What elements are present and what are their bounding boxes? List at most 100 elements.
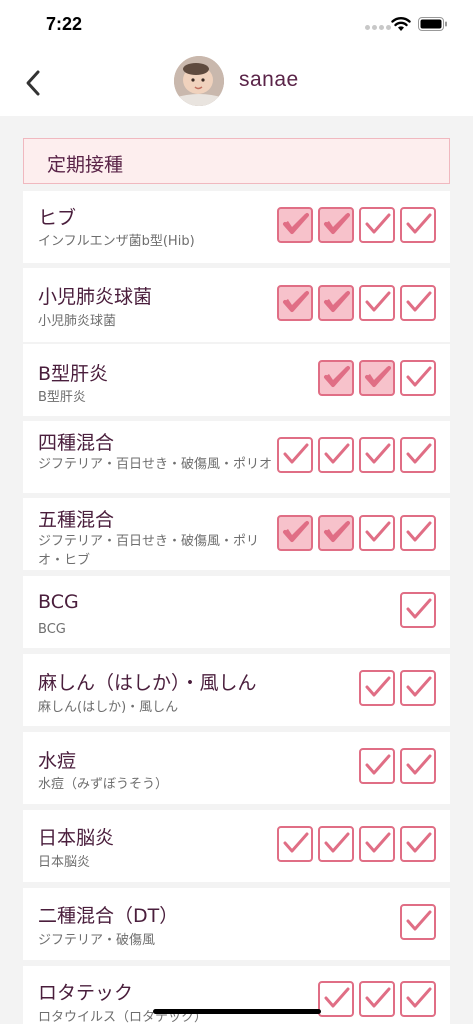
vaccine-description: 日本脳炎 [38,855,91,870]
checkmark-icon [406,521,432,542]
checkmark-icon [406,598,432,619]
avatar[interactable] [174,56,224,106]
dose-checkbox[interactable] [359,981,395,1017]
checkmark-icon [406,987,432,1008]
vaccine-row[interactable]: BCG BCG [23,576,450,648]
dose-checkbox[interactable] [400,748,436,784]
vaccine-name: 小児肺炎球菌 [38,286,153,308]
vaccine-name: 五種混合 [38,509,115,531]
vaccine-description: BCG [38,622,66,637]
dose-checkbox[interactable] [277,437,313,473]
dose-checkboxes [277,437,436,473]
vaccine-row[interactable]: 五種混合ジフテリア・百日せき・破傷風・ポリオ・ヒブ [23,498,450,570]
dose-checkboxes [400,592,436,628]
vaccine-list: 定期接種 ヒブ インフルエンザ菌b型(Hib) 小児肺炎球菌 小児肺炎球菌 B型肝炎 B型… [0,116,473,1024]
checkmark-filled-icon [283,213,309,234]
vaccine-row[interactable]: 小児肺炎球菌 小児肺炎球菌 [23,268,450,342]
dose-checkbox[interactable] [277,285,313,321]
checkmark-icon [406,291,432,312]
dose-checkbox[interactable] [318,285,354,321]
vaccine-name: ヒブ [38,207,77,229]
checkmark-icon [365,213,391,234]
checkmark-icon [406,910,432,931]
home-indicator[interactable] [153,1009,321,1014]
checkmark-icon [283,443,309,464]
user-name: sanae [239,68,299,91]
dose-checkbox[interactable] [400,437,436,473]
dose-checkbox[interactable] [318,826,354,862]
dose-checkbox[interactable] [400,670,436,706]
checkmark-icon [406,366,432,387]
checkmark-icon [406,443,432,464]
dose-checkbox[interactable] [400,904,436,940]
dose-checkbox[interactable] [400,515,436,551]
status-time: 7:22 [46,14,83,34]
vaccine-row[interactable]: 二種混合（DT） ジフテリア・破傷風 [23,888,450,960]
checkmark-filled-icon [283,521,309,542]
dose-checkbox[interactable] [400,285,436,321]
checkmark-icon [283,832,309,853]
status-bar: 7:22 [0,0,473,48]
dose-checkbox[interactable] [359,207,395,243]
dose-checkbox[interactable] [318,360,354,396]
dose-checkbox[interactable] [318,437,354,473]
checkmark-filled-icon [324,291,350,312]
checkmark-icon [324,987,350,1008]
dose-checkbox[interactable] [359,670,395,706]
dose-checkbox[interactable] [359,515,395,551]
vaccine-name: BCG [38,591,79,613]
vaccine-row[interactable]: 麻しん（はしか）・風しん 麻しん(はしか)・風しん [23,654,450,726]
dose-checkboxes [277,826,436,862]
chevron-left-icon[interactable] [20,66,48,100]
vaccine-row[interactable]: 四種混合 ジフテリア・百日せき・破傷風・ポリオ [23,421,450,493]
vaccine-row[interactable]: 日本脳炎 日本脳炎 [23,810,450,882]
dose-checkboxes [359,748,436,784]
signal-icon [365,25,391,30]
dose-checkbox[interactable] [318,207,354,243]
vaccine-name: ロタテック [38,982,134,1004]
checkmark-icon [365,676,391,697]
vaccine-row[interactable]: B型肝炎 B型肝炎 [23,344,450,416]
checkmark-filled-icon [324,521,350,542]
dose-checkbox[interactable] [277,207,313,243]
dose-checkbox[interactable] [400,826,436,862]
dose-checkbox[interactable] [400,207,436,243]
dose-checkboxes [400,904,436,940]
vaccine-row[interactable]: 水痘 水痘（みずぼうそう） [23,732,450,804]
vaccine-row[interactable]: ロタテック ロタウイルス（ロタテック） [23,966,450,1024]
dose-checkbox[interactable] [359,826,395,862]
dose-checkbox[interactable] [400,981,436,1017]
checkmark-icon [365,832,391,853]
nav-bar: sanae [0,48,473,116]
vaccine-name: B型肝炎 [38,363,109,385]
section-header: 定期接種 [23,138,450,184]
checkmark-filled-icon [324,366,350,387]
dose-checkbox[interactable] [400,360,436,396]
checkmark-icon [365,987,391,1008]
section-title: 定期接種 [47,154,124,176]
vaccine-name: 二種混合（DT） [38,905,179,927]
vaccine-description: ジフテリア・破傷風 [38,933,156,948]
checkmark-filled-icon [324,213,350,234]
vaccine-description: インフルエンザ菌b型(Hib) [38,234,195,249]
dose-checkbox[interactable] [359,748,395,784]
vaccine-description: 水痘（みずぼうそう） [38,777,169,792]
vaccine-description: 小児肺炎球菌 [38,314,117,329]
vaccine-name: 四種混合 [38,432,115,454]
dose-checkbox[interactable] [318,981,354,1017]
dose-checkbox[interactable] [318,515,354,551]
wifi-icon [391,17,411,31]
vaccine-row[interactable]: ヒブインフルエンザ菌b型(Hib) [23,191,450,263]
dose-checkbox[interactable] [359,437,395,473]
dose-checkbox[interactable] [359,360,395,396]
dose-checkbox[interactable] [277,515,313,551]
checkmark-filled-icon [365,366,391,387]
dose-checkbox[interactable] [359,285,395,321]
vaccine-description: ジフテリア・百日せき・破傷風・ポリオ・ヒブ [38,534,260,568]
checkmark-icon [406,676,432,697]
checkmark-icon [365,521,391,542]
checkmark-icon [365,754,391,775]
dose-checkbox[interactable] [277,826,313,862]
vaccine-name: 日本脳炎 [38,827,115,849]
dose-checkbox[interactable] [400,592,436,628]
